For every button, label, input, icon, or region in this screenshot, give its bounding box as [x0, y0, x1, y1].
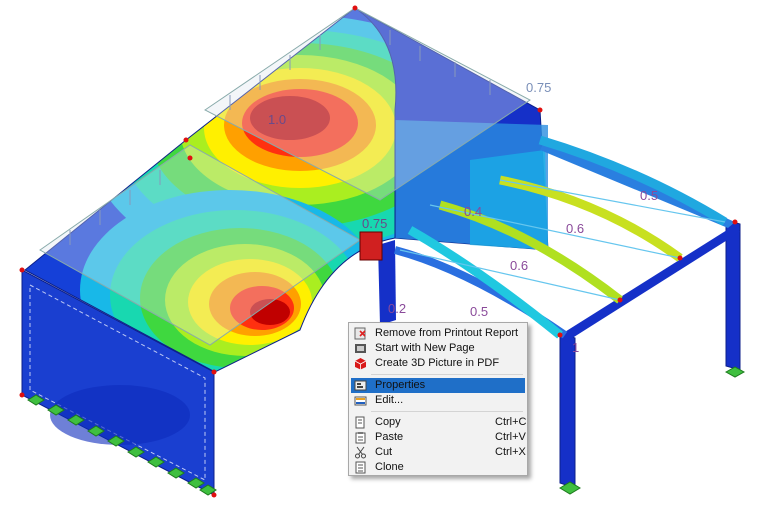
paste-icon [354, 431, 367, 444]
menu-item-remove-from-report[interactable]: Remove from Printout Report [351, 326, 525, 341]
menu-item-shortcut: Ctrl+X [495, 446, 526, 458]
label-lower: 0.2 [388, 301, 406, 316]
context-menu[interactable]: Remove from Printout Report Start with N… [348, 322, 528, 476]
label-beam-b: 0.6 [510, 258, 528, 273]
column-supports [559, 366, 746, 495]
menu-item-label: Create 3D Picture in PDF [375, 357, 500, 369]
label-beam-f: 1 [572, 340, 579, 355]
menu-item-copy[interactable]: Copy Ctrl+C [351, 415, 527, 430]
menu-item-label: Paste [375, 431, 404, 443]
menu-item-paste[interactable]: Paste Ctrl+V [351, 430, 526, 445]
menu-item-cut[interactable]: Cut Ctrl+X [351, 445, 526, 460]
label-beam-a: 0.4 [464, 204, 482, 219]
menu-item-label: Remove from Printout Report [375, 327, 519, 339]
menu-separator [371, 374, 523, 375]
menu-item-edit[interactable]: Edit... [351, 393, 525, 408]
label-crest: 1.0 [268, 112, 286, 127]
label-top-right: 0.75 [526, 80, 551, 95]
clone-icon [354, 461, 367, 474]
copy-icon [354, 416, 367, 429]
menu-item-shortcut: Ctrl+C [495, 416, 527, 428]
label-beam-c: 0.5 [470, 304, 488, 319]
remove-report-icon [354, 327, 367, 340]
cut-icon [354, 446, 367, 459]
menu-item-label: Edit... [375, 394, 404, 406]
menu-item-clone[interactable]: Clone [351, 460, 525, 475]
menu-item-properties[interactable]: Properties [351, 378, 525, 393]
menu-item-create-3d-pdf[interactable]: Create 3D Picture in PDF [351, 356, 525, 371]
pdf-3d-icon [354, 357, 367, 370]
menu-item-shortcut: Ctrl+V [495, 431, 526, 443]
label-beam-e: 0.5 [640, 188, 658, 203]
new-page-icon [354, 342, 367, 355]
menu-item-label: Properties [375, 379, 426, 391]
menu-item-label: Start with New Page [375, 342, 475, 354]
menu-item-start-new-page[interactable]: Start with New Page [351, 341, 525, 356]
label-beam-d: 0.6 [566, 221, 584, 236]
menu-item-label: Cut [375, 446, 393, 458]
properties-icon [354, 379, 367, 392]
menu-item-label: Clone [375, 461, 404, 473]
connector-plate [359, 231, 383, 261]
label-mid: 0.75 [362, 216, 387, 231]
menu-item-label: Copy [375, 416, 401, 428]
menu-separator [371, 411, 523, 412]
edit-icon [354, 394, 367, 407]
